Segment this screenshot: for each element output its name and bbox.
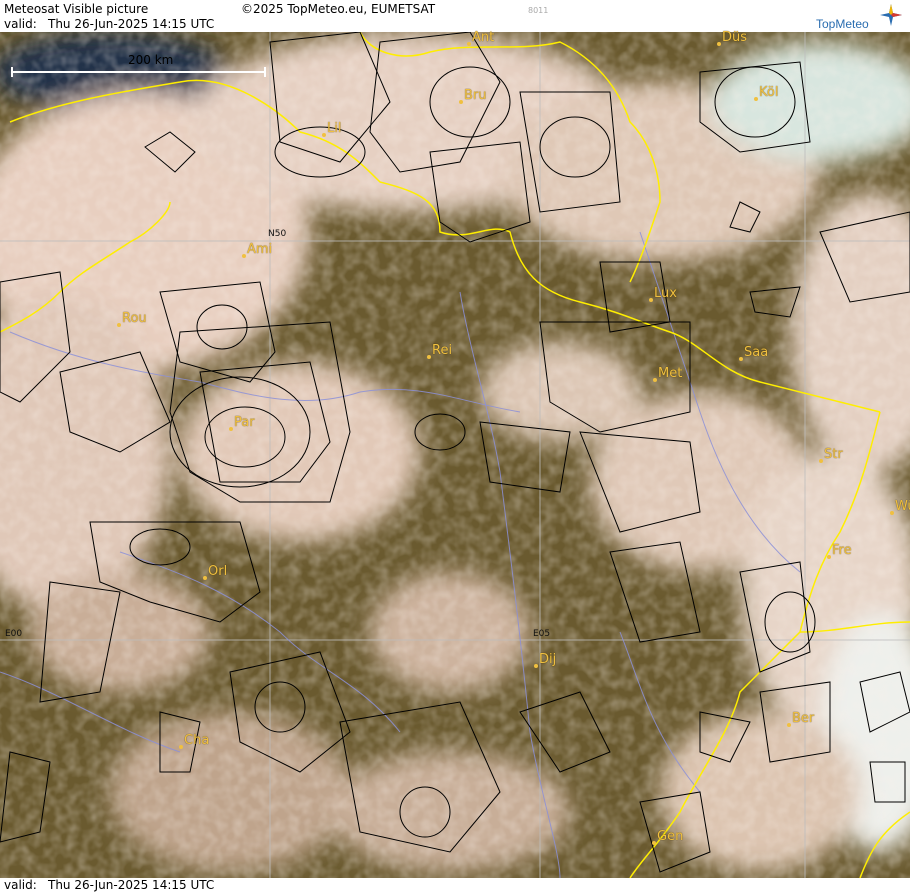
city-dot-düs [717,42,721,46]
city-dot-saa [739,357,743,361]
footer-bar: valid: Thu 26-Jun-2025 14:15 UTC [0,878,910,893]
city-dot-dij [534,664,538,668]
city-dot-ant [467,42,471,46]
city-label-düs: Düs [722,30,748,45]
city-label-wü: Wü [895,499,910,514]
city-label-cha: Cha [184,733,210,748]
city-label-köl: Köl [759,85,779,100]
grid-label-e00: E00 [5,629,23,639]
city-dot-rou [117,323,121,327]
city-dot-met [653,378,657,382]
city-dot-orl [203,576,207,580]
city-label-ant: Ant [472,30,495,45]
city-dot-gen [652,841,656,845]
cloud-texture [0,32,910,878]
city-label-dij: Dij [539,652,557,667]
city-label-fre: Fre [832,543,852,558]
compass-star-icon [880,4,902,26]
city-dot-köl [754,97,758,101]
header-bar: Meteosat Visible picture ©2025 TopMeteo.… [0,0,910,32]
city-label-saa: Saa [744,345,769,360]
city-dot-bru [459,100,463,104]
city-dot-wü [890,511,894,515]
topmeteo-logo-text: TopMeteo [816,17,869,31]
city-label-orl: Orl [208,564,228,579]
grid-label-n50: N50 [268,229,287,239]
map-viewer: Meteosat Visible picture ©2025 TopMeteo.… [0,0,910,893]
city-dot-ber [787,723,791,727]
city-label-met: Met [658,366,683,381]
city-label-str: Str [824,447,843,462]
city-label-lil: Lil [327,121,342,136]
city-label-bru: Bru [464,88,487,103]
city-dot-ami [242,254,246,258]
valid-time: Thu 26-Jun-2025 14:15 UTC [48,17,215,31]
city-dot-lux [649,298,653,302]
grid-label-e05: E05 [533,629,551,639]
city-label-rou: Rou [122,311,147,326]
satellite-map[interactable] [0,32,910,878]
city-label-lux: Lux [654,286,677,301]
city-dot-par [229,427,233,431]
city-label-gen: Gen [657,829,684,844]
city-label-rei: Rei [432,343,453,358]
city-dot-fre [827,555,831,559]
product-title: Meteosat Visible picture [4,2,149,16]
city-dot-rei [427,355,431,359]
city-dot-cha [179,745,183,749]
city-label-ber: Ber [792,711,815,726]
footer-valid-time: Thu 26-Jun-2025 14:15 UTC [48,878,215,892]
city-dot-str [819,459,823,463]
valid-label: valid: [4,17,37,31]
city-label-par: Par [234,415,255,430]
product-code: 8011 [528,6,549,15]
city-label-ami: Ami [247,242,273,257]
footer-valid-label: valid: [4,878,37,892]
copyright-text: ©2025 TopMeteo.eu, EUMETSAT [241,2,436,16]
scale-bar-label: 200 km [128,53,174,67]
city-dot-lil [322,133,326,137]
